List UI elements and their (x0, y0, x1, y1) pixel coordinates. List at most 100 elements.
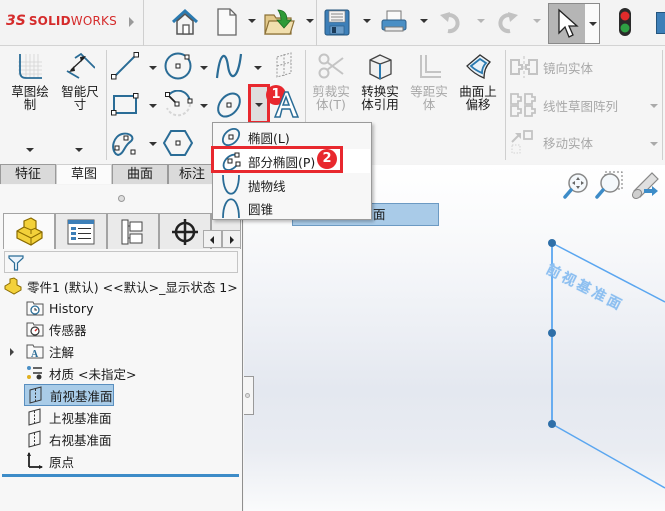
redo-button[interactable] (490, 5, 524, 39)
select-dropdown-arrow[interactable] (589, 22, 597, 26)
rectangle-button[interactable] (110, 90, 140, 120)
menu-item-conic[interactable]: 圆锥 (214, 196, 370, 220)
move-dropdown-arrow[interactable] (650, 142, 658, 146)
plane-handle-middle[interactable] (548, 329, 556, 337)
sketch-button[interactable]: 草图绘 制 (6, 52, 54, 111)
home-button[interactable] (168, 5, 202, 39)
home-icon (171, 8, 199, 35)
panel-splitter-grip[interactable] (118, 195, 125, 202)
trim-entities-button[interactable]: 剪裁实 体(T) (310, 52, 352, 111)
plane-handle-top[interactable] (548, 239, 556, 247)
move-entities-button[interactable]: 移动实体 (509, 130, 593, 154)
redo-dropdown-arrow[interactable] (533, 19, 541, 23)
plane-handle-bottom[interactable] (548, 420, 556, 428)
print-dropdown-arrow[interactable] (420, 19, 428, 23)
ellipse-icon (217, 92, 241, 118)
history-folder-icon (26, 299, 44, 317)
solidworks-logo[interactable]: 3S SOLID WORKS (6, 11, 117, 31)
spline-icon (215, 53, 243, 79)
rectangle-dropdown-arrow[interactable] (149, 104, 157, 108)
save-button[interactable] (320, 5, 354, 39)
open-button[interactable] (262, 5, 296, 39)
line-dropdown-arrow[interactable] (149, 66, 157, 70)
offset-on-surface-icon (466, 54, 492, 79)
origin-icon (26, 452, 44, 470)
smart-dimension-icon (66, 52, 96, 79)
new-document-button[interactable] (210, 5, 244, 39)
circle-dropdown-arrow[interactable] (200, 66, 208, 70)
undo-button[interactable] (434, 5, 468, 39)
ellipse-button[interactable] (214, 90, 244, 120)
tab-sketch[interactable]: 草图 (56, 164, 112, 184)
offset-entities-button[interactable]: 等距实 体 (406, 52, 452, 111)
select-button[interactable] (548, 3, 600, 44)
tree-item-origin[interactable]: 原点 (26, 450, 74, 472)
rebuild-button[interactable] (612, 5, 638, 39)
feature-tree-filter[interactable] (4, 251, 238, 273)
mirror-icon (510, 56, 538, 78)
spline-dropdown-arrow[interactable] (254, 66, 262, 70)
spline-button[interactable] (214, 51, 244, 81)
tree-item-annotations[interactable]: A 注解 (26, 340, 74, 362)
expand-annotations-arrow[interactable] (10, 348, 14, 356)
offset-on-surface-button[interactable]: 曲面上 偏移 (455, 52, 501, 111)
mirror-entities-button[interactable]: 镜向实体 (509, 56, 593, 78)
open-dropdown-arrow[interactable] (306, 19, 314, 23)
configuration-manager-tab[interactable] (107, 213, 159, 249)
linear-pattern-dropdown-arrow[interactable] (650, 104, 658, 108)
slot-button[interactable] (110, 128, 140, 158)
tree-item-right-plane[interactable]: 右视基准面 (26, 428, 112, 450)
material-icon (26, 364, 44, 382)
linear-pattern-icon (510, 93, 536, 117)
save-icon (324, 9, 350, 36)
new-document-icon (217, 8, 237, 36)
feature-manager-panel: 零件1 (默认) <<默认>_显示状态 1> History 传感器 A 注解 … (0, 185, 243, 511)
arc-dropdown-arrow[interactable] (200, 104, 208, 108)
property-manager-tab[interactable] (55, 213, 107, 249)
slot-icon (112, 132, 136, 157)
slot-dropdown-arrow[interactable] (149, 142, 157, 146)
menu-item-parabola[interactable]: 抛物线 (214, 173, 370, 197)
arc-button[interactable] (163, 89, 193, 120)
3d-sketch-plane-button[interactable] (273, 51, 297, 81)
tabs-scroll-left-button[interactable] (203, 230, 222, 248)
step-badge-2: 2 (317, 149, 337, 169)
tree-item-material[interactable]: 材质 <未指定> (26, 362, 136, 384)
separator (316, 0, 317, 46)
menu-expand-arrow[interactable] (129, 17, 134, 27)
part-icon (4, 277, 22, 295)
print-button[interactable] (377, 5, 411, 39)
options-icon[interactable] (656, 12, 665, 34)
smart-dimension-button[interactable]: 智能尺 寸 (56, 52, 104, 111)
smart-dimension-dropdown-arrow[interactable] (75, 148, 83, 152)
tree-item-sensors[interactable]: 传感器 (26, 318, 87, 340)
text-button[interactable] (273, 90, 300, 120)
undo-dropdown-arrow[interactable] (477, 19, 485, 23)
linear-sketch-pattern-button[interactable]: 线性草图阵列 (509, 92, 618, 118)
tabs-scroll-right-button[interactable] (222, 230, 241, 248)
ds-logo-icon: 3S (6, 13, 26, 29)
tab-annotation[interactable]: 标注 (168, 164, 216, 184)
feature-manager-tab[interactable] (3, 213, 55, 249)
plane-edge-bottom (551, 423, 665, 489)
tree-item-history[interactable]: History (26, 297, 93, 319)
polygon-button[interactable] (162, 128, 194, 158)
configuration-tree-icon (121, 219, 143, 244)
printer-icon (381, 10, 407, 32)
tree-root-part[interactable]: 零件1 (默认) <<默认>_显示状态 1> (4, 275, 238, 297)
undo-icon (440, 12, 460, 34)
tab-surfaces[interactable]: 曲面 (112, 164, 168, 184)
sketch-dropdown-arrow[interactable] (26, 148, 34, 152)
tree-item-top-plane[interactable]: 上视基准面 (26, 406, 112, 428)
new-dropdown-arrow[interactable] (248, 19, 256, 23)
circle-button[interactable] (163, 51, 193, 81)
convert-entities-button[interactable]: 转换实 体引用 (357, 52, 403, 111)
convert-entities-icon (369, 54, 392, 80)
line-button[interactable] (110, 51, 140, 81)
rollback-bar[interactable] (2, 474, 239, 477)
save-dropdown-arrow[interactable] (363, 19, 371, 23)
plane-icon (26, 408, 44, 426)
chevron-right-icon (230, 236, 234, 244)
tab-features[interactable]: 特征 (0, 164, 56, 184)
tree-item-front-plane[interactable]: 前视基准面 (24, 384, 114, 406)
